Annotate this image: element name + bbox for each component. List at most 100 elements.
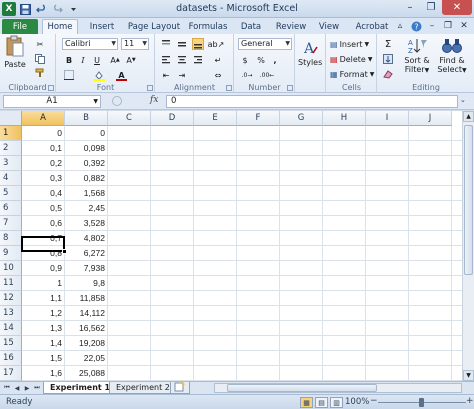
- cell-b3[interactable]: 0,392: [65, 156, 108, 171]
- cell-a14[interactable]: 1,3: [22, 321, 65, 336]
- align-middle-icon[interactable]: [176, 38, 188, 50]
- column-header-g[interactable]: G: [280, 111, 323, 126]
- format-painter-icon[interactable]: [34, 67, 46, 79]
- cell-a2[interactable]: 0,1: [22, 141, 65, 156]
- row-header[interactable]: 15: [0, 336, 22, 351]
- align-center-icon[interactable]: [176, 54, 188, 66]
- cell-b14[interactable]: 16,562: [65, 321, 108, 336]
- first-sheet-icon[interactable]: ⏮: [2, 383, 12, 393]
- horizontal-scrollbar[interactable]: [214, 383, 462, 393]
- row-header[interactable]: 4: [0, 171, 22, 186]
- row-header[interactable]: 7: [0, 216, 22, 231]
- fill-handle[interactable]: [62, 249, 67, 254]
- help-icon[interactable]: ?: [410, 20, 422, 32]
- cell-b2[interactable]: 0,098: [65, 141, 108, 156]
- styles-button[interactable]: A Styles: [298, 38, 322, 67]
- column-header-f[interactable]: F: [237, 111, 280, 126]
- zoom-in-button[interactable]: +: [466, 396, 474, 406]
- cell-a16[interactable]: 1,5: [22, 351, 65, 366]
- workbook-restore-icon[interactable]: ❐: [442, 20, 454, 32]
- row-header[interactable]: 9: [0, 246, 22, 261]
- cell-b5[interactable]: 1,568: [65, 186, 108, 201]
- collapse-ribbon-icon[interactable]: ▵: [394, 20, 406, 32]
- next-sheet-icon[interactable]: ▶: [22, 383, 32, 393]
- grow-font-icon[interactable]: A ▲: [109, 54, 121, 66]
- comma-style-button[interactable]: ,: [269, 54, 281, 66]
- tab-home[interactable]: Home: [42, 19, 78, 34]
- increase-decimal-icon[interactable]: .0→: [241, 69, 253, 81]
- scroll-down-icon[interactable]: ▼: [463, 370, 474, 381]
- last-sheet-icon[interactable]: ⏭: [32, 383, 42, 393]
- prev-sheet-icon[interactable]: ◀: [12, 383, 22, 393]
- row-header[interactable]: 16: [0, 351, 22, 366]
- close-button[interactable]: ✕: [442, 0, 472, 15]
- minimize-button[interactable]: –: [400, 0, 420, 15]
- row-header[interactable]: 2: [0, 141, 22, 156]
- cell-a15[interactable]: 1,4: [22, 336, 65, 351]
- tab-formulas[interactable]: Formulas: [186, 19, 230, 34]
- tab-acrobat[interactable]: Acrobat: [350, 19, 394, 34]
- decrease-indent-icon[interactable]: ⇤: [160, 69, 172, 81]
- cell-b4[interactable]: 0,882: [65, 171, 108, 186]
- row-header[interactable]: 3: [0, 156, 22, 171]
- cell-b9[interactable]: 6,272: [65, 246, 108, 261]
- cell-a6[interactable]: 0,5: [22, 201, 65, 216]
- increase-indent-icon[interactable]: ⇥: [176, 69, 188, 81]
- format-cells-button[interactable]: ▦ Format ▼: [330, 68, 374, 80]
- column-header-c[interactable]: C: [108, 111, 151, 126]
- vertical-scroll-thumb[interactable]: [464, 125, 473, 275]
- percent-button[interactable]: %: [255, 54, 267, 66]
- cell-b13[interactable]: 14,112: [65, 306, 108, 321]
- tab-file[interactable]: File: [2, 19, 38, 34]
- cell-a12[interactable]: 1,1: [22, 291, 65, 306]
- currency-button[interactable]: $: [239, 54, 251, 66]
- cell-b7[interactable]: 3,528: [65, 216, 108, 231]
- cell-a1[interactable]: 0: [22, 126, 65, 141]
- zoom-level[interactable]: 100%: [345, 397, 369, 407]
- italic-button[interactable]: I: [77, 54, 89, 66]
- cell-b12[interactable]: 11,858: [65, 291, 108, 306]
- column-header-h[interactable]: H: [323, 111, 366, 126]
- cell-b10[interactable]: 7,938: [65, 261, 108, 276]
- cell-b16[interactable]: 22,05: [65, 351, 108, 366]
- tab-insert[interactable]: Insert: [84, 19, 120, 34]
- delete-cells-button[interactable]: ▤ Delete ▼: [330, 53, 372, 65]
- cell-a4[interactable]: 0,3: [22, 171, 65, 186]
- horizontal-scroll-thumb[interactable]: [227, 384, 377, 392]
- cell-a10[interactable]: 0,9: [22, 261, 65, 276]
- restore-button[interactable]: ❐: [421, 0, 441, 15]
- select-all-button[interactable]: [0, 111, 22, 126]
- row-header[interactable]: 1: [0, 126, 22, 141]
- alignment-dialog-launcher[interactable]: [226, 85, 232, 91]
- bold-button[interactable]: B: [63, 54, 75, 66]
- fill-icon[interactable]: [382, 53, 394, 65]
- expand-formula-bar-icon[interactable]: ⌄: [460, 96, 466, 104]
- column-header-a[interactable]: A: [22, 111, 65, 126]
- align-left-icon[interactable]: [160, 54, 172, 66]
- cell-a5[interactable]: 0,4: [22, 186, 65, 201]
- align-top-icon[interactable]: [160, 38, 172, 50]
- workbook-close-icon[interactable]: ✕: [458, 20, 470, 32]
- font-size-combo[interactable]: 11 ▼: [121, 38, 149, 50]
- scroll-up-icon[interactable]: ▲: [463, 111, 474, 122]
- cut-icon[interactable]: ✂: [34, 38, 46, 50]
- tab-review[interactable]: Review: [272, 19, 310, 34]
- decrease-decimal-icon[interactable]: .00←: [260, 69, 275, 81]
- row-header[interactable]: 13: [0, 306, 22, 321]
- font-color-icon[interactable]: A: [115, 69, 127, 81]
- clear-icon[interactable]: [382, 68, 394, 80]
- cell-b11[interactable]: 9,8: [65, 276, 108, 291]
- orientation-icon[interactable]: ab↗: [208, 38, 225, 50]
- sheet-tab-experiment-2[interactable]: Experiment 2: [109, 382, 177, 394]
- borders-icon[interactable]: [63, 69, 75, 81]
- tab-page-layout[interactable]: Page Layout: [126, 19, 182, 34]
- insert-function-button[interactable]: fx: [150, 95, 158, 105]
- formula-bar-grip[interactable]: [112, 96, 122, 106]
- cell-b1[interactable]: 0: [65, 126, 108, 141]
- column-header-b[interactable]: B: [65, 111, 108, 126]
- row-header[interactable]: 6: [0, 201, 22, 216]
- merge-center-icon[interactable]: ⇔: [212, 69, 224, 81]
- cell-a17[interactable]: 1,6: [22, 366, 65, 381]
- row-header[interactable]: 11: [0, 276, 22, 291]
- page-layout-view-button[interactable]: ▤: [315, 397, 328, 408]
